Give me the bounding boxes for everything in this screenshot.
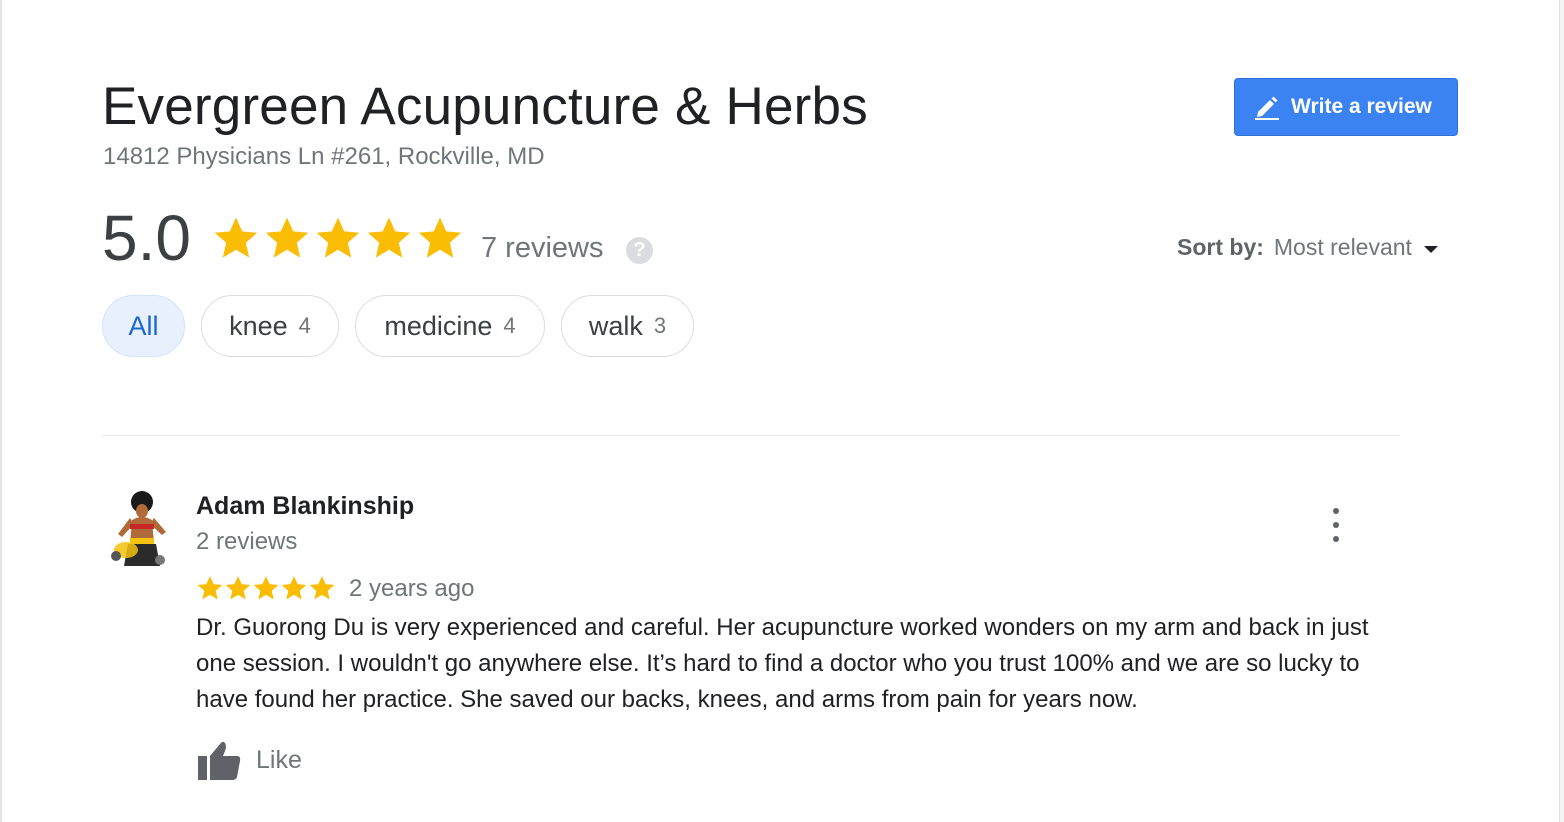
pencil-icon <box>1255 96 1279 120</box>
star-icon <box>225 576 251 600</box>
star-icon <box>316 217 360 258</box>
more-options-icon[interactable] <box>1326 508 1346 542</box>
filter-chip-label: All <box>128 310 159 341</box>
like-button[interactable]: Like <box>196 738 302 782</box>
review-date: 2 years ago <box>349 575 475 602</box>
scrollbar-track[interactable] <box>1559 0 1564 822</box>
star-icon <box>281 576 307 600</box>
sort-value: Most relevant <box>1273 234 1412 260</box>
filter-chip-medicine[interactable]: medicine 4 <box>355 295 545 357</box>
filter-chip-count: 4 <box>298 313 311 338</box>
filter-chip-label: knee <box>229 310 288 341</box>
sort-dropdown[interactable]: Sort by: Most relevant <box>1177 234 1438 261</box>
star-icon <box>197 576 223 600</box>
filter-chip-all[interactable]: All <box>102 295 185 357</box>
filter-chip-count: 3 <box>653 313 667 338</box>
divider <box>102 435 1400 436</box>
review-stars <box>196 574 336 602</box>
star-icon <box>265 217 309 258</box>
write-review-button[interactable]: Write a review <box>1234 78 1458 136</box>
like-label: Like <box>256 745 302 774</box>
review-text: Dr. Guorong Du is very experienced and c… <box>196 614 1369 713</box>
star-icon <box>367 217 411 258</box>
star-icon <box>253 576 279 600</box>
reviewer-name[interactable]: Adam Blankinship <box>196 492 414 521</box>
chevron-down-icon <box>1423 245 1438 253</box>
filter-chip-label: medicine <box>384 310 493 341</box>
rating-stars <box>212 214 464 262</box>
review-count[interactable]: 7 reviews <box>481 232 604 265</box>
filter-chip-count: 4 <box>503 313 516 338</box>
write-review-label: Write a review <box>1291 95 1432 118</box>
thumbs-up-icon <box>198 741 241 780</box>
star-icon <box>418 217 462 258</box>
avatar[interactable] <box>104 488 176 576</box>
star-icon <box>214 217 258 258</box>
filter-chip-knee[interactable]: knee 4 <box>201 295 339 357</box>
sort-label: Sort by: <box>1177 234 1264 260</box>
star-icon <box>309 576 335 600</box>
filter-chip-walk[interactable]: walk 3 <box>561 295 694 357</box>
business-address: 14812 Physicians Ln #261, Rockville, MD <box>103 143 545 170</box>
filter-chip-label: walk <box>588 310 643 341</box>
average-rating: 5.0 <box>102 202 191 274</box>
reviewer-review-count: 2 reviews <box>196 528 298 555</box>
help-icon[interactable]: ? <box>626 237 653 264</box>
window-left-edge <box>0 0 2 822</box>
business-name: Evergreen Acupuncture & Herbs <box>102 77 868 136</box>
